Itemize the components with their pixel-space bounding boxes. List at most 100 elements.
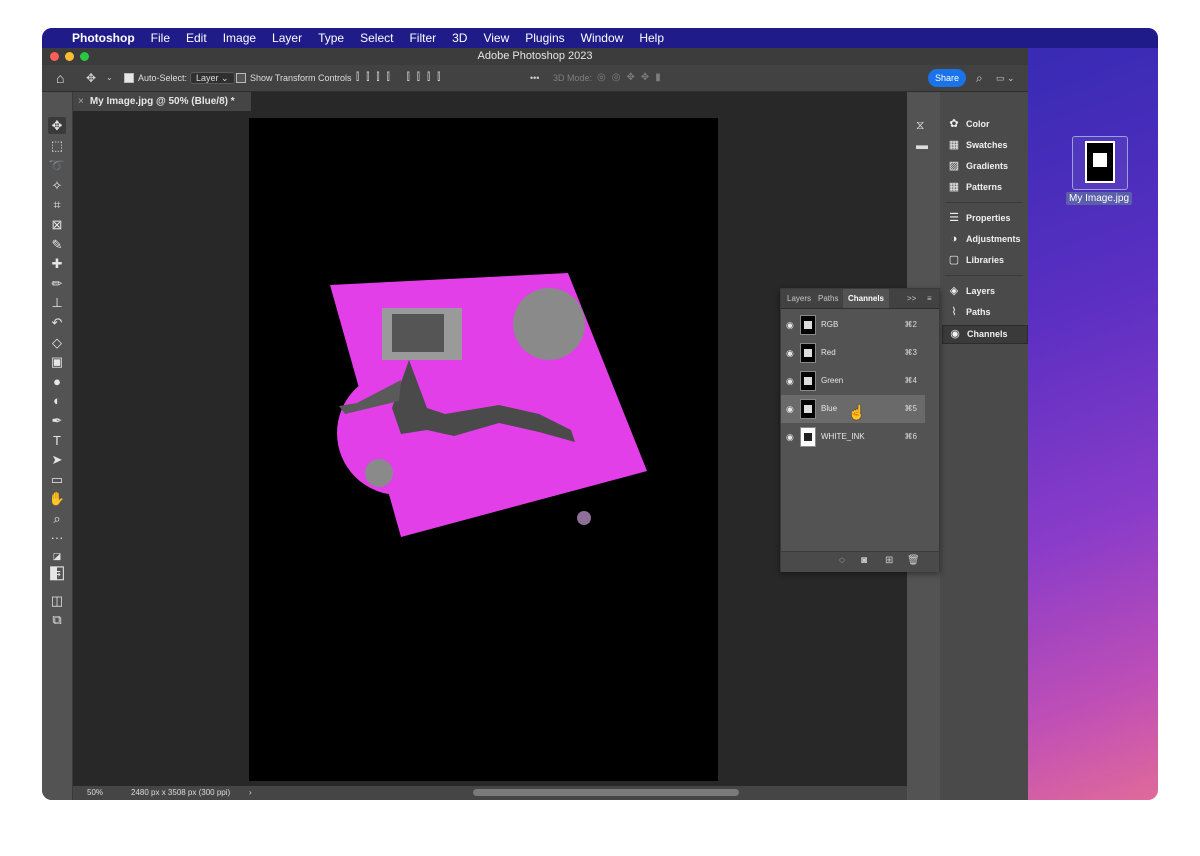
show-transform-checkbox[interactable]: Show Transform Controls bbox=[236, 70, 352, 86]
frame-tool-icon[interactable]: ⊠ bbox=[48, 216, 66, 233]
screen-mode-icon[interactable]: ⧉ bbox=[48, 611, 66, 628]
eye-icon[interactable]: ◉ bbox=[786, 376, 794, 387]
comments-icon[interactable]: ▬ bbox=[916, 138, 928, 152]
history-brush-icon[interactable]: ↶ bbox=[48, 314, 66, 331]
align-icons[interactable]: ⫿⫿⫿⫿ ⫿⫿⫿⫿ bbox=[356, 70, 447, 86]
panel-channels[interactable]: ◉ Channels bbox=[942, 325, 1028, 344]
panel-patterns[interactable]: ▦ Patterns bbox=[942, 179, 1026, 196]
new-channel-icon[interactable]: ⊞ bbox=[885, 555, 893, 566]
menu-file[interactable]: File bbox=[151, 31, 170, 45]
auto-select-checkbox[interactable]: Auto-Select: bbox=[124, 70, 187, 86]
auto-select-dropdown[interactable]: Layer ⌄ bbox=[190, 70, 235, 86]
blur-tool-icon[interactable]: ● bbox=[48, 373, 66, 390]
tool-preset-chevron-icon[interactable]: ⌄ bbox=[106, 70, 113, 86]
panel-properties[interactable]: ☰ Properties bbox=[942, 210, 1026, 227]
panel-expand-button[interactable]: >> bbox=[907, 289, 916, 308]
panel-menu-icon[interactable]: ≡ bbox=[927, 289, 932, 308]
panel-paths[interactable]: ⌇ Paths bbox=[942, 304, 1026, 321]
panel-gradients-label: Gradients bbox=[966, 161, 1009, 171]
menu-select[interactable]: Select bbox=[360, 31, 393, 45]
home-icon[interactable]: ⌂ bbox=[56, 70, 64, 86]
history-icon[interactable]: ⧖ bbox=[916, 118, 924, 133]
workspace-icon[interactable]: ▭ ⌄ bbox=[996, 70, 1015, 86]
delete-channel-icon[interactable]: 🗑 bbox=[907, 555, 920, 566]
channel-name: WHITE_INK bbox=[821, 432, 865, 441]
channel-shortcut: ⌘4 bbox=[904, 376, 917, 385]
document-tab[interactable]: × My Image.jpg @ 50% (Blue/8) * bbox=[73, 92, 251, 111]
status-menu-arrow[interactable]: › bbox=[249, 786, 252, 800]
foreground-background-icon[interactable]: ◧ bbox=[48, 563, 66, 586]
panel-adjustments[interactable]: ◑ Adjustments bbox=[942, 231, 1026, 248]
menu-window[interactable]: Window bbox=[581, 31, 624, 45]
menu-3d[interactable]: 3D bbox=[452, 31, 467, 45]
zoom-level[interactable]: 50% bbox=[87, 786, 103, 800]
close-tab-icon[interactable]: × bbox=[78, 96, 84, 107]
channel-row-rgb[interactable]: ◉ RGB ⌘2 bbox=[781, 311, 925, 339]
close-window-button[interactable] bbox=[50, 52, 59, 61]
panel-libraries[interactable]: ▢ Libraries bbox=[942, 252, 1026, 269]
quick-mask-icon[interactable]: ◫ bbox=[48, 592, 66, 609]
lasso-tool-icon[interactable]: ➰ bbox=[48, 157, 66, 174]
eye-icon[interactable]: ◉ bbox=[786, 348, 794, 359]
tab-channels[interactable]: Channels bbox=[843, 289, 890, 308]
image-canvas[interactable] bbox=[249, 118, 718, 781]
swatches-icon: ▦ bbox=[948, 139, 960, 151]
eye-icon[interactable]: ◉ bbox=[786, 404, 794, 415]
edit-toolbar-icon[interactable]: ··· bbox=[48, 529, 66, 546]
pen-tool-icon[interactable]: ✒ bbox=[48, 412, 66, 429]
eraser-tool-icon[interactable]: ◇ bbox=[48, 334, 66, 351]
rectangle-tool-icon[interactable]: ▭ bbox=[48, 471, 66, 488]
more-options-button[interactable]: ••• bbox=[530, 70, 539, 86]
dodge-tool-icon[interactable]: ◐ bbox=[48, 392, 66, 409]
menu-view[interactable]: View bbox=[483, 31, 509, 45]
stamp-tool-icon[interactable]: ⊥ bbox=[48, 294, 66, 311]
channel-row-green[interactable]: ◉ Green ⌘4 bbox=[781, 367, 925, 395]
marquee-tool-icon[interactable]: ⬚ bbox=[48, 137, 66, 154]
desktop-file-icon[interactable] bbox=[1072, 136, 1128, 190]
channel-row-white-ink[interactable]: ◉ WHITE_INK ⌘6 bbox=[781, 423, 925, 451]
menu-help[interactable]: Help bbox=[639, 31, 664, 45]
menu-edit[interactable]: Edit bbox=[186, 31, 207, 45]
hand-tool-icon[interactable]: ✋ bbox=[48, 490, 66, 507]
type-tool-icon[interactable]: T bbox=[48, 432, 66, 449]
channel-row-red[interactable]: ◉ Red ⌘3 bbox=[781, 339, 925, 367]
magic-wand-icon[interactable]: ✧ bbox=[48, 177, 66, 194]
desktop-file-label[interactable]: My Image.jpg bbox=[1066, 192, 1133, 205]
menu-type[interactable]: Type bbox=[318, 31, 344, 45]
menu-plugins[interactable]: Plugins bbox=[525, 31, 564, 45]
move-tool-icon[interactable]: ✥ bbox=[48, 117, 66, 134]
panel-layers[interactable]: ◈ Layers bbox=[942, 283, 1026, 300]
menu-image[interactable]: Image bbox=[223, 31, 256, 45]
share-button[interactable]: Share bbox=[928, 69, 966, 87]
menu-filter[interactable]: Filter bbox=[409, 31, 436, 45]
menu-app-name[interactable]: Photoshop bbox=[72, 31, 135, 45]
minimize-window-button[interactable] bbox=[65, 52, 74, 61]
tab-layers[interactable]: Layers bbox=[787, 289, 811, 308]
path-select-icon[interactable]: ➤ bbox=[48, 451, 66, 468]
move-tool-icon[interactable]: ✥ bbox=[86, 70, 96, 86]
search-icon[interactable]: ⌕ bbox=[976, 70, 983, 86]
menu-layer[interactable]: Layer bbox=[272, 31, 302, 45]
zoom-tool-icon[interactable]: ⌕ bbox=[48, 510, 66, 527]
brush-tool-icon[interactable]: ✏ bbox=[48, 275, 66, 292]
healing-brush-icon[interactable]: ✚ bbox=[48, 255, 66, 272]
panel-swatches[interactable]: ▦ Swatches bbox=[942, 137, 1026, 154]
panel-gradients[interactable]: ▨ Gradients bbox=[942, 158, 1026, 175]
zoom-window-button[interactable] bbox=[80, 52, 89, 61]
artwork-moon bbox=[513, 288, 585, 360]
horizontal-scrollbar[interactable] bbox=[473, 789, 739, 796]
load-selection-icon[interactable]: ◌ bbox=[839, 555, 845, 566]
save-selection-icon[interactable]: ◙ bbox=[861, 555, 867, 566]
tab-paths[interactable]: Paths bbox=[818, 289, 838, 308]
crop-tool-icon[interactable]: ⌗ bbox=[48, 196, 66, 213]
traffic-lights bbox=[50, 52, 89, 61]
panel-patterns-label: Patterns bbox=[966, 182, 1003, 192]
gradient-tool-icon[interactable]: ▣ bbox=[48, 353, 66, 370]
adjustments-icon: ◑ bbox=[950, 233, 958, 245]
eyedropper-icon[interactable]: ✎ bbox=[48, 236, 66, 253]
eye-icon[interactable]: ◉ bbox=[786, 320, 794, 331]
panel-paths-label: Paths bbox=[966, 307, 991, 317]
eye-icon[interactable]: ◉ bbox=[786, 432, 794, 443]
artwork-dot bbox=[577, 511, 591, 525]
panel-color[interactable]: ✿ Color bbox=[942, 116, 1026, 133]
